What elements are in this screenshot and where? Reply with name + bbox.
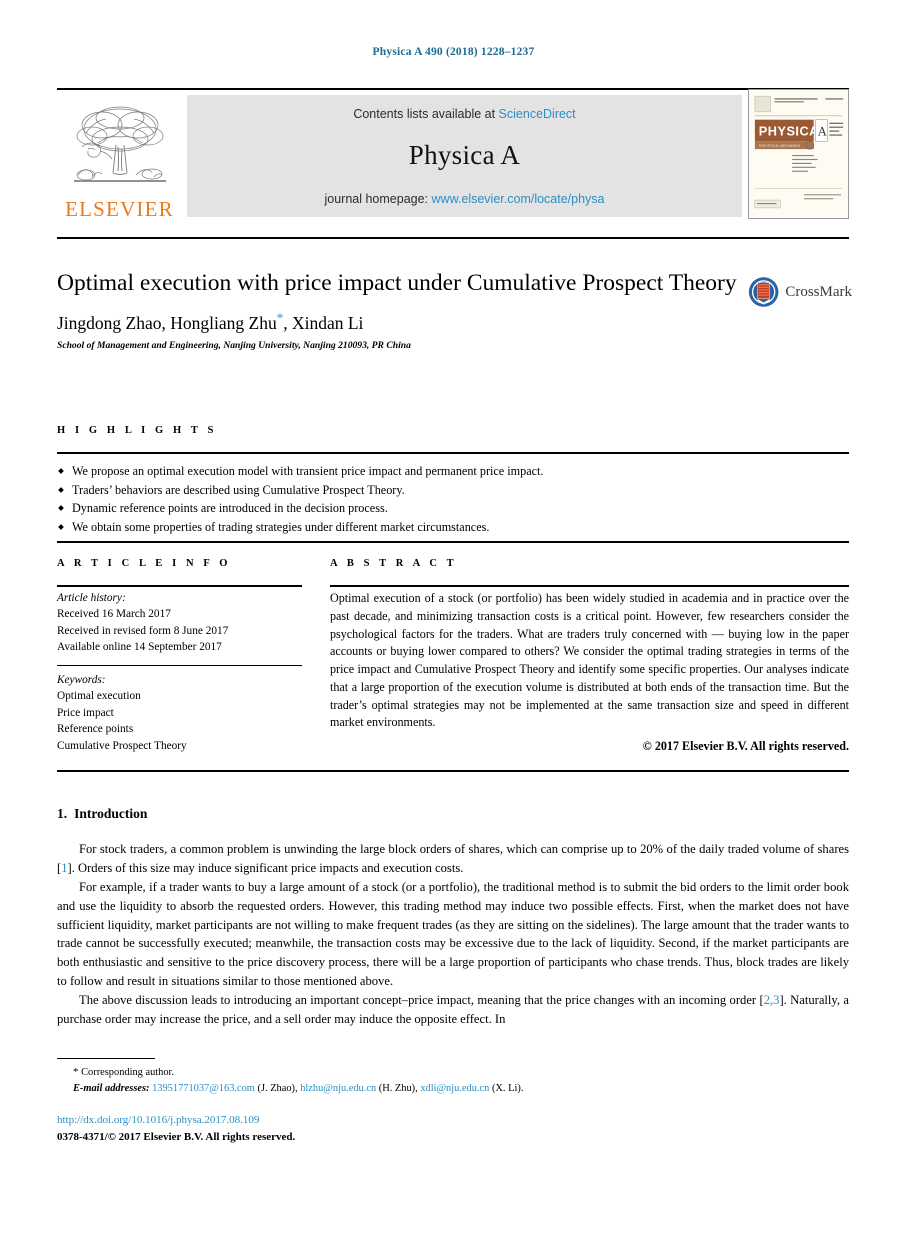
email-owner: (J. Zhao) bbox=[257, 1082, 296, 1094]
highlights-rule bbox=[57, 452, 849, 454]
footnote-rule bbox=[57, 1058, 155, 1060]
list-item: We obtain some properties of trading str… bbox=[57, 518, 849, 537]
citation-link[interactable]: 2,3 bbox=[764, 993, 780, 1007]
journal-cover-thumbnail: PHYSICA STATISTICAL MECHANICS A bbox=[748, 89, 849, 219]
keywords-label: Keywords: bbox=[57, 674, 106, 686]
email-label: E-mail addresses: bbox=[73, 1082, 150, 1094]
list-item: We propose an optimal execution model wi… bbox=[57, 462, 849, 481]
corresponding-author-text: Corresponding author. bbox=[81, 1067, 175, 1078]
article-history-item: Received in revised form 8 June 2017 bbox=[57, 624, 229, 637]
doi-block: http://dx.doi.org/10.1016/j.physa.2017.0… bbox=[57, 1112, 295, 1145]
keyword-item: Optimal execution bbox=[57, 690, 141, 703]
section-title: Introduction bbox=[74, 806, 148, 821]
journal-masthead: ELSEVIER Contents lists available at Sci… bbox=[57, 89, 849, 220]
email-owner: (X. Li) bbox=[491, 1082, 521, 1094]
contents-available-line: Contents lists available at ScienceDirec… bbox=[187, 95, 742, 121]
affiliation: School of Management and Engineering, Na… bbox=[57, 339, 411, 351]
elsevier-wordmark: ELSEVIER bbox=[65, 197, 174, 221]
svg-text:STATISTICAL MECHANICS: STATISTICAL MECHANICS bbox=[759, 144, 801, 148]
introduction-section: 1. Introduction For stock traders, a comm… bbox=[57, 806, 849, 1029]
section-number: 1. bbox=[57, 806, 68, 821]
paragraph: The above discussion leads to introducin… bbox=[57, 991, 849, 1029]
asterisk-icon: * bbox=[73, 1066, 79, 1078]
keyword-item: Price impact bbox=[57, 706, 114, 719]
elsevier-logo: ELSEVIER bbox=[57, 94, 182, 220]
crossmark-icon bbox=[748, 277, 779, 307]
paper-page: Physica A 490 (2018) 1228–1237 ELSEVIER … bbox=[0, 0, 907, 1238]
abstract-copyright: © 2017 Elsevier B.V. All rights reserved… bbox=[642, 739, 849, 754]
journal-homepage-link[interactable]: www.elsevier.com/locate/physa bbox=[432, 192, 605, 206]
issn-copyright-line: 0378-4371/© 2017 Elsevier B.V. All right… bbox=[57, 1130, 296, 1143]
article-info-heading: A R T I C L E I N F O bbox=[57, 558, 232, 569]
journal-title: Physica A bbox=[408, 140, 521, 170]
article-title-block: Optimal execution with price impact unde… bbox=[57, 268, 737, 351]
section-heading: 1. Introduction bbox=[57, 806, 849, 822]
highlights-heading: H I G H L I G H T S bbox=[57, 425, 217, 436]
highlights-bottom-rule bbox=[57, 541, 849, 543]
sciencedirect-link[interactable]: ScienceDirect bbox=[499, 107, 576, 121]
authors-prefix: Jingdong Zhao, Hongliang Zhu bbox=[57, 312, 277, 333]
paragraph: For stock traders, a common problem is u… bbox=[57, 840, 849, 878]
list-item: Dynamic reference points are introduced … bbox=[57, 499, 849, 518]
corresponding-author-note: * Corresponding author. bbox=[57, 1064, 757, 1081]
article-history-item: Available online 14 September 2017 bbox=[57, 641, 222, 654]
elsevier-tree-icon bbox=[73, 106, 166, 182]
list-item: Traders’ behaviors are described using C… bbox=[57, 481, 849, 500]
page-title: Optimal execution with price impact unde… bbox=[57, 270, 737, 296]
crossmark-badge[interactable]: CrossMark bbox=[748, 272, 852, 312]
abstract-heading: A B S T R A C T bbox=[330, 558, 458, 569]
svg-text:A: A bbox=[818, 124, 828, 138]
article-history-item: Received 16 March 2017 bbox=[57, 608, 171, 621]
paragraph: For example, if a trader wants to buy a … bbox=[57, 879, 849, 989]
email-link[interactable]: hlzhu@nju.edu.cn bbox=[300, 1083, 376, 1094]
footnote-block: * Corresponding author. E-mail addresses… bbox=[57, 1064, 757, 1096]
crossmark-label: CrossMark bbox=[785, 283, 852, 300]
keyword-item: Reference points bbox=[57, 723, 134, 736]
keyword-item: Cumulative Prospect Theory bbox=[57, 739, 187, 752]
journal-homepage-line: journal homepage: www.elsevier.com/locat… bbox=[187, 192, 742, 206]
doi-link[interactable]: http://dx.doi.org/10.1016/j.physa.2017.0… bbox=[57, 1112, 295, 1129]
email-link[interactable]: xdli@nju.edu.cn bbox=[420, 1083, 489, 1094]
authors-suffix: , Xindan Li bbox=[283, 312, 364, 333]
article-history-label: Article history: bbox=[57, 592, 126, 604]
article-info-rule bbox=[57, 585, 302, 587]
running-head: Physica A 490 (2018) 1228–1237 bbox=[372, 46, 535, 58]
body-top-rule bbox=[57, 770, 849, 772]
email-owner: (H. Zhu) bbox=[378, 1082, 416, 1094]
abstract-rule bbox=[330, 585, 849, 587]
email-link[interactable]: 13951771037@163.com bbox=[152, 1083, 255, 1094]
paragraph-text: The above discussion leads to introducin… bbox=[79, 993, 764, 1008]
masthead-top-rule bbox=[57, 88, 849, 91]
highlights-list: We propose an optimal execution model wi… bbox=[57, 462, 849, 536]
title-top-rule bbox=[57, 237, 849, 240]
journal-band: Contents lists available at ScienceDirec… bbox=[187, 95, 742, 217]
article-info-separator bbox=[57, 664, 302, 666]
abstract-column: Optimal execution of a stock (or portfol… bbox=[330, 590, 849, 756]
homepage-prefix: journal homepage: bbox=[324, 192, 432, 206]
journal-cover-image: PHYSICA STATISTICAL MECHANICS A bbox=[749, 90, 848, 218]
article-info-column: Article history: Received 16 March 2017 … bbox=[57, 590, 309, 754]
email-addresses-line: E-mail addresses: 13951771037@163.com (J… bbox=[73, 1082, 524, 1094]
paragraph-text: ]. Orders of this size may induce signif… bbox=[67, 860, 464, 875]
abstract-text: Optimal execution of a stock (or portfol… bbox=[330, 591, 849, 730]
svg-text:PHYSICA: PHYSICA bbox=[759, 123, 819, 138]
author-list: Jingdong Zhao, Hongliang Zhu*, Xindan Li bbox=[57, 310, 737, 334]
contents-prefix: Contents lists available at bbox=[353, 107, 499, 121]
